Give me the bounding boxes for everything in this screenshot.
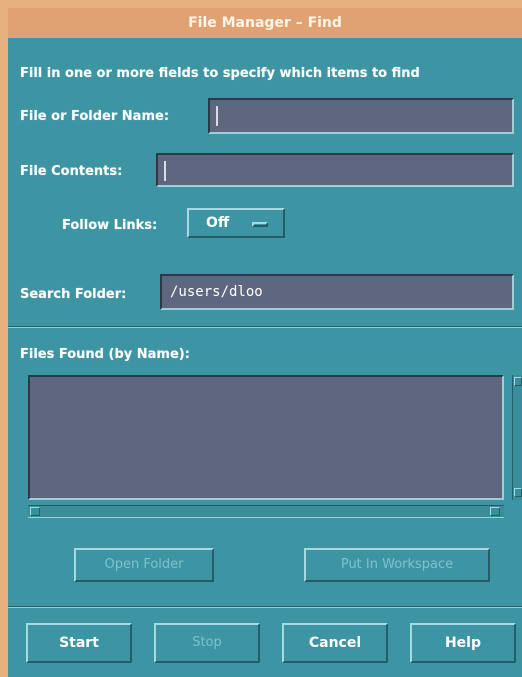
text-cursor	[164, 161, 166, 181]
contents-field-label: File Contents:	[20, 164, 123, 179]
search-folder-label: Search Folder:	[20, 287, 127, 302]
vertical-scrollbar[interactable]	[512, 375, 522, 500]
horizontal-scrollbar[interactable]	[28, 505, 504, 518]
cancel-button[interactable]: Cancel	[282, 623, 388, 663]
files-found-list[interactable]	[28, 375, 504, 500]
divider	[8, 326, 522, 328]
file-contents-input[interactable]	[156, 153, 514, 187]
follow-links-label: Follow Links:	[62, 218, 158, 233]
scroll-left-icon[interactable]	[30, 507, 40, 516]
divider	[8, 606, 522, 608]
help-button[interactable]: Help	[410, 623, 516, 663]
follow-links-option-menu[interactable]: Off	[187, 208, 285, 238]
results-label: Files Found (by Name):	[20, 347, 190, 362]
scroll-down-icon[interactable]	[514, 488, 522, 497]
text-cursor	[216, 106, 218, 126]
name-field-label: File or Folder Name:	[20, 109, 170, 124]
option-menu-indicator-icon	[252, 222, 268, 227]
file-name-input[interactable]	[208, 98, 514, 134]
scroll-up-icon[interactable]	[514, 377, 522, 386]
instructions-text: Fill in one or more fields to specify wh…	[20, 66, 420, 81]
scroll-right-icon[interactable]	[490, 507, 500, 516]
put-in-workspace-button[interactable]: Put In Workspace	[304, 548, 490, 582]
open-folder-button[interactable]: Open Folder	[74, 548, 214, 582]
find-dialog: File Manager – Find Fill in one or more …	[8, 8, 522, 677]
search-folder-value: /users/dloo	[170, 284, 263, 300]
start-button[interactable]: Start	[26, 623, 132, 663]
stop-button[interactable]: Stop	[154, 623, 260, 663]
search-folder-input[interactable]: /users/dloo	[160, 274, 514, 310]
window-title[interactable]: File Manager – Find	[8, 8, 522, 38]
follow-links-value: Off	[206, 215, 230, 231]
